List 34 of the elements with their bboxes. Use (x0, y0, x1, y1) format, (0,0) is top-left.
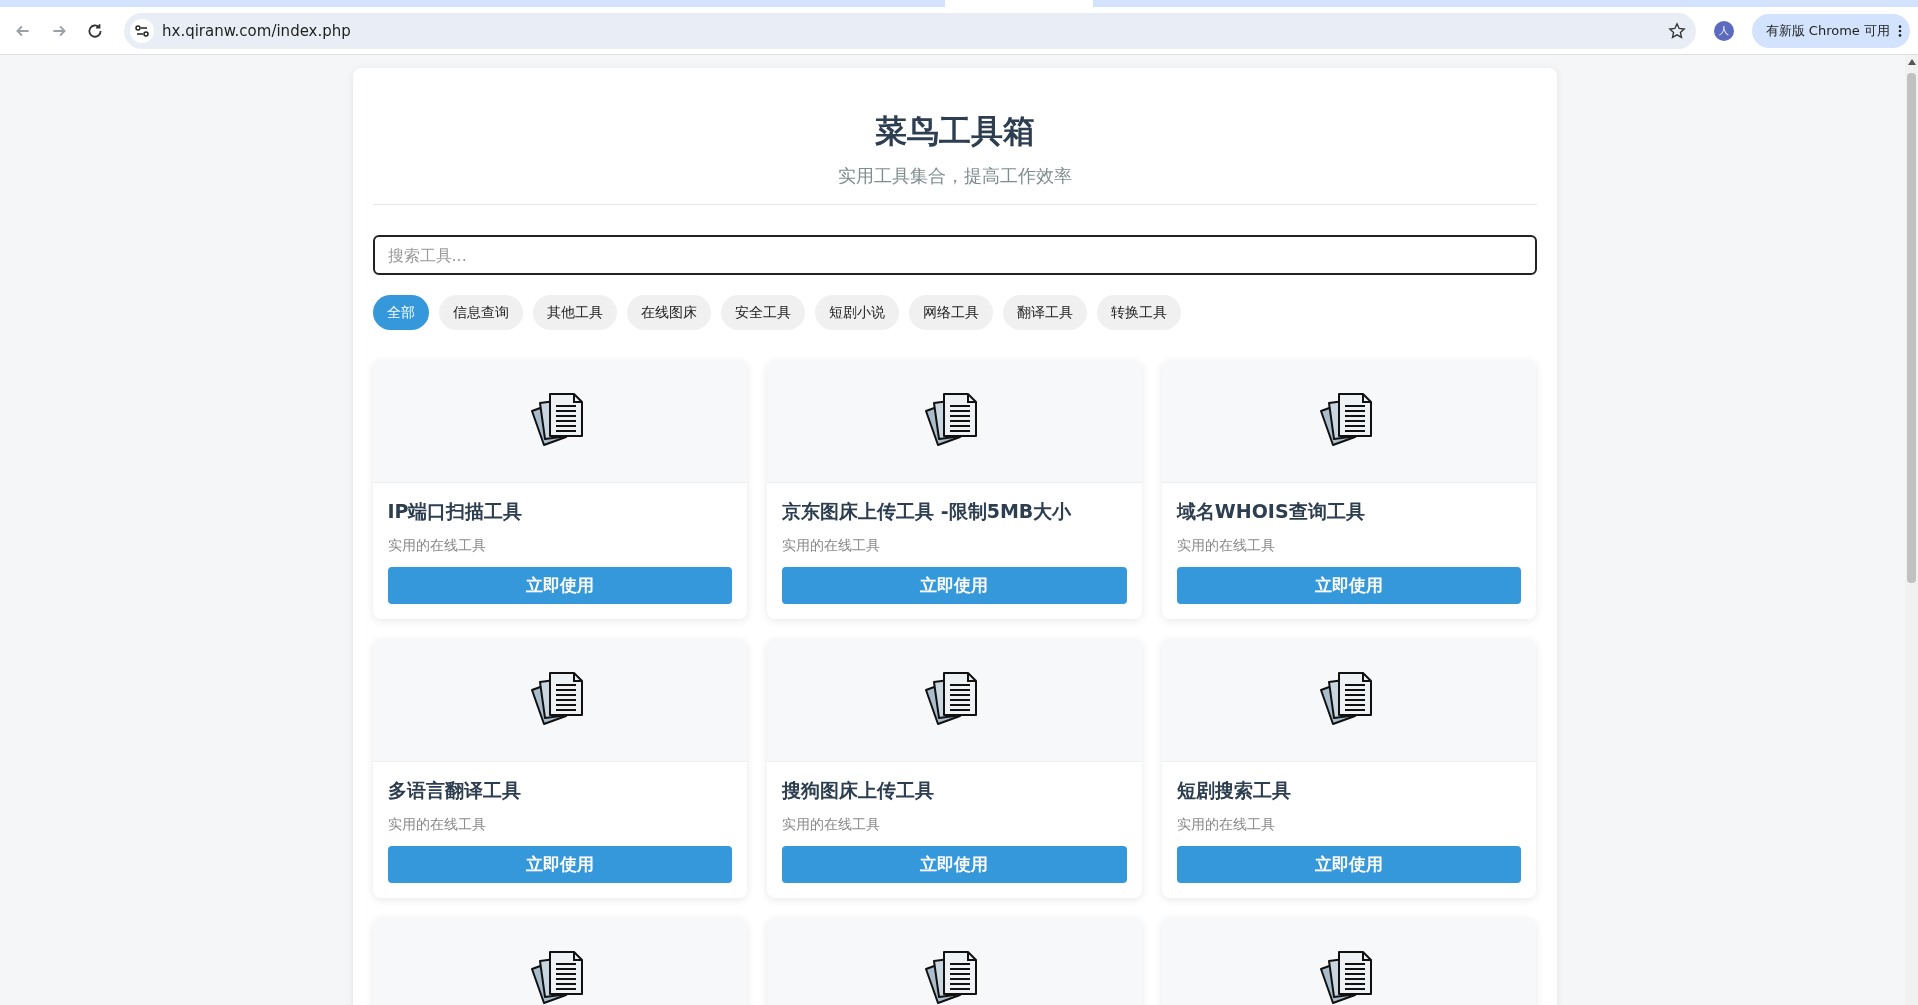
tool-description: 实用的在线工具 (782, 816, 882, 834)
tool-title: 短剧搜索工具 (1176, 778, 1292, 803)
tool-description: 实用的在线工具 (1176, 816, 1276, 834)
category-tab[interactable]: 短剧小说 (814, 295, 899, 330)
category-tab[interactable]: 转换工具 (1096, 295, 1181, 330)
category-tab[interactable]: 信息查询 (438, 295, 523, 330)
profile-avatar[interactable]: 人 (1713, 20, 1734, 41)
category-tab[interactable]: 其他工具 (532, 295, 617, 330)
site-subtitle: 实用工具集合，提高工作效率 (837, 164, 1072, 188)
scrollbar[interactable] (1905, 55, 1918, 1005)
more-icon[interactable] (1898, 23, 1902, 38)
scroll-up-icon[interactable] (1907, 59, 1916, 65)
tool-title: 搜狗图床上传工具 (782, 778, 936, 803)
category-tab[interactable]: 翻译工具 (1002, 295, 1087, 330)
reload-icon[interactable] (86, 21, 104, 40)
url-text: hx.qiranw.com/index.php (162, 21, 352, 40)
tool-description: 实用的在线工具 (782, 537, 882, 555)
tool-title: IP端口扫描工具 (387, 499, 524, 524)
site-settings-icon[interactable] (130, 18, 154, 43)
site-title: 菜鸟工具箱 (874, 111, 1035, 152)
tool-description: 实用的在线工具 (387, 816, 487, 834)
category-tab[interactable]: 在线图床 (626, 295, 711, 330)
tool-title: 京东图床上传工具 -限制5MB大小 (782, 499, 1073, 524)
tool-description: 实用的在线工具 (1176, 537, 1276, 555)
bookmark-star-icon[interactable] (1667, 21, 1686, 40)
update-chrome-button[interactable]: 有新版 Chrome 可用 (1751, 13, 1910, 48)
tool-title: 多语言翻译工具 (387, 778, 522, 803)
search-field[interactable]: 搜索工具... (372, 235, 1537, 275)
tool-title: 域名WHOIS查询工具 (1176, 499, 1366, 524)
category-tab[interactable]: 安全工具 (720, 295, 805, 330)
tool-description: 实用的在线工具 (387, 537, 487, 555)
category-tab[interactable]: 网络工具 (908, 295, 993, 330)
address-bar[interactable]: hx.qiranw.com/index.php (124, 12, 1696, 49)
scroll-thumb[interactable] (1907, 73, 1916, 583)
